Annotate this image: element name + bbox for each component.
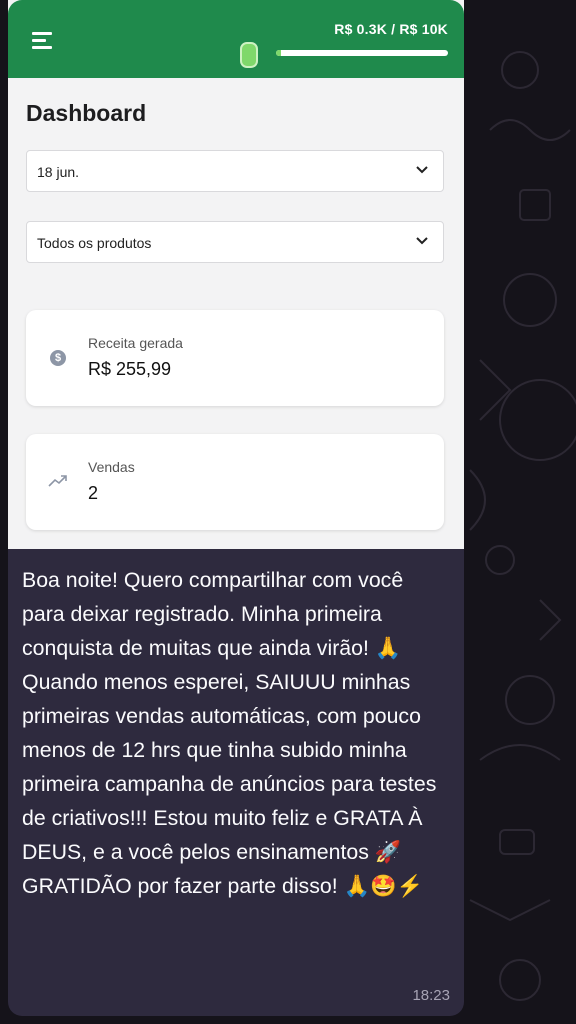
chat-message-bubble: Boa noite! Quero compartilhar com você p… [8,549,464,1016]
message-time: 18:23 [412,987,450,1004]
revenue-label: Receita gerada [88,335,183,351]
goal-progress-fill [276,50,282,56]
top-bar: R$ 0.3K / R$ 10K [8,0,464,78]
message-text: Boa noite! Quero compartilhar com você p… [22,568,437,898]
app-screen: R$ 0.3K / R$ 10K Dashboard 18 jun. Todos… [8,0,464,560]
revenue-card: $ Receita gerada R$ 255,99 [26,310,444,406]
chevron-down-icon [416,237,428,245]
sales-card: Vendas 2 [26,434,444,530]
dollar-coin-icon: $ [50,350,66,366]
date-select[interactable]: 18 jun. [26,150,444,192]
chevron-down-icon [416,166,428,174]
product-select-value: Todos os produtos [37,235,152,251]
product-select[interactable]: Todos os produtos [26,221,444,263]
goal-progress-bar [276,50,448,56]
sales-value: 2 [88,483,99,503]
revenue-value: R$ 255,99 [88,359,172,379]
sales-label: Vendas [88,459,135,475]
date-select-value: 18 jun. [37,164,80,180]
goal-badge-icon [240,42,258,68]
trending-up-icon [48,475,67,487]
page-title: Dashboard [26,100,147,126]
hamburger-menu-icon[interactable] [32,32,56,50]
revenue-goal-text: R$ 0.3K / R$ 10K [334,21,448,37]
